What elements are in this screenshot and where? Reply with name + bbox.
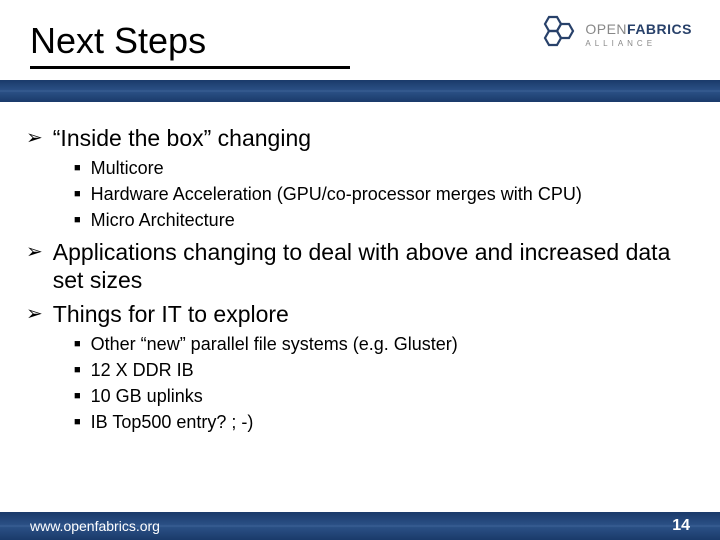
bullet-1-sub-1-text: Multicore xyxy=(91,156,164,180)
square-icon: ■ xyxy=(74,384,81,408)
square-icon: ■ xyxy=(74,332,81,356)
bullet-3-sub-3-text: 10 GB uplinks xyxy=(91,384,203,408)
bullet-1-sub-3: ■ Micro Architecture xyxy=(74,208,694,232)
bullet-3-text: Things for IT to explore xyxy=(53,300,289,328)
bullet-3-sub-3: ■ 10 GB uplinks xyxy=(74,384,694,408)
bullet-2: ➢ Applications changing to deal with abo… xyxy=(26,238,694,294)
square-icon: ■ xyxy=(74,410,81,434)
logo: OPENFABRICS ALLIANCE xyxy=(537,14,692,55)
bullet-3-sub-1: ■ Other “new” parallel file systems (e.g… xyxy=(74,332,694,356)
bullet-3-sub-1-text: Other “new” parallel file systems (e.g. … xyxy=(91,332,458,356)
footer-band: www.openfabrics.org 14 xyxy=(0,512,720,540)
arrow-icon: ➢ xyxy=(26,300,43,328)
bullet-3-sub-2: ■ 12 X DDR IB xyxy=(74,358,694,382)
hex-icon xyxy=(537,14,579,55)
bullet-1: ➢ “Inside the box” changing xyxy=(26,124,694,152)
bullet-2-text: Applications changing to deal with above… xyxy=(53,238,694,294)
square-icon: ■ xyxy=(74,358,81,382)
bullet-1-sub-1: ■ Multicore xyxy=(74,156,694,180)
bullet-3-sub-4: ■ IB Top500 entry? ; -) xyxy=(74,410,694,434)
logo-text: OPENFABRICS ALLIANCE xyxy=(585,22,692,48)
logo-fabrics: FABRICS xyxy=(627,21,692,37)
bullet-1-sub-2: ■ Hardware Acceleration (GPU/co-processo… xyxy=(74,182,694,206)
square-icon: ■ xyxy=(74,208,81,232)
logo-open: OPEN xyxy=(585,21,627,37)
bullet-3-sub-4-text: IB Top500 entry? ; -) xyxy=(91,410,254,434)
header-band xyxy=(0,80,720,102)
square-icon: ■ xyxy=(74,156,81,180)
bullet-1-sub-2-text: Hardware Acceleration (GPU/co-processor … xyxy=(91,182,582,206)
title-underline xyxy=(30,66,350,69)
bullet-1-text: “Inside the box” changing xyxy=(53,124,311,152)
bullet-3: ➢ Things for IT to explore xyxy=(26,300,694,328)
arrow-icon: ➢ xyxy=(26,124,43,152)
footer-url: www.openfabrics.org xyxy=(30,518,160,534)
page-number: 14 xyxy=(672,517,690,535)
square-icon: ■ xyxy=(74,182,81,206)
logo-alliance: ALLIANCE xyxy=(585,40,692,48)
bullet-3-sub-2-text: 12 X DDR IB xyxy=(91,358,194,382)
arrow-icon: ➢ xyxy=(26,238,43,266)
bullet-1-sub-3-text: Micro Architecture xyxy=(91,208,235,232)
content: ➢ “Inside the box” changing ■ Multicore … xyxy=(26,118,694,436)
slide: Next Steps OPENFABRICS ALLIANCE ➢ “Insid… xyxy=(0,0,720,540)
